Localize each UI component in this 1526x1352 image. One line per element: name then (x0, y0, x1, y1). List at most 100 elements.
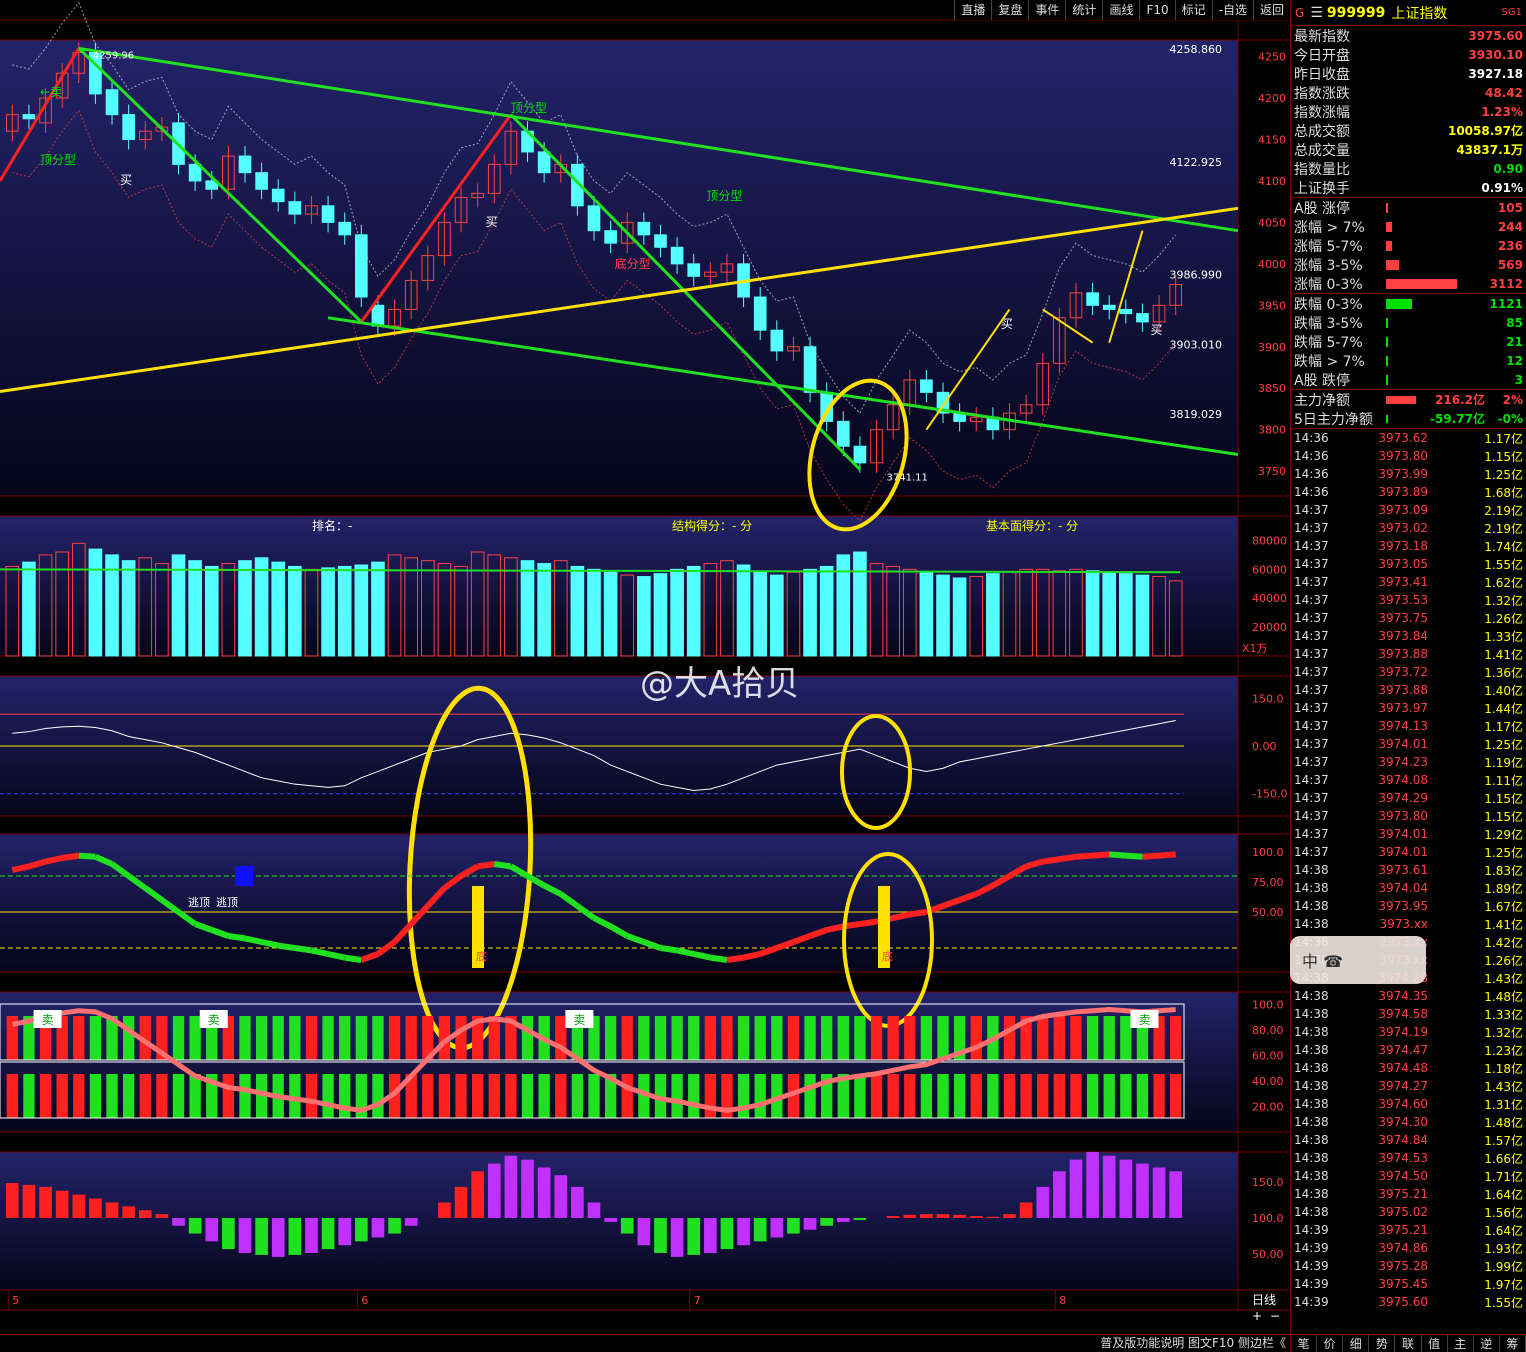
macd-bar (936, 1214, 950, 1218)
tick-amount: 1.89亿 (1484, 881, 1523, 896)
floating-badge[interactable]: 中 ☎ (1290, 936, 1426, 984)
quote-row: 指数涨跌 48.42 (1291, 83, 1526, 102)
status-bar: 普及版功能说明 图文F10 侧边栏《 (0, 1334, 1290, 1352)
bottom-tab[interactable]: 筹 (1500, 1335, 1526, 1352)
tick-row: 14:38 3973.61 1.83亿 (1291, 861, 1526, 879)
bottom-tab[interactable]: 价 (1317, 1335, 1344, 1352)
trend-bar-lower (305, 1074, 318, 1118)
trend-bar-upper (272, 1016, 284, 1060)
breadth-value: 105 (1497, 200, 1523, 215)
tick-row: 14:38 3975.02 1.56亿 (1291, 1203, 1526, 1221)
tick-amount: 1.93亿 (1484, 1241, 1523, 1256)
macd-tick-label: 50.00 (1252, 1248, 1284, 1261)
tick-time: 14:37 (1294, 701, 1329, 715)
quote-row: 昨日收盘 3927.18 (1291, 64, 1526, 83)
menu-icon[interactable]: ☰ (1310, 5, 1323, 21)
tick-time: 14:39 (1294, 1241, 1329, 1255)
trend-bar-lower (854, 1074, 866, 1118)
toolbar-btn-8[interactable]: 返回 (1252, 0, 1290, 20)
trend-bar-lower (455, 1074, 467, 1118)
bottom-tabs[interactable]: 笔价细势联值主逆筹 (1291, 1334, 1526, 1352)
bottom-tab[interactable]: 笔 (1291, 1335, 1318, 1352)
tick-price: 3974.60 (1378, 1097, 1428, 1111)
trend-bar-upper (604, 1016, 617, 1060)
kdj-segment (44, 855, 63, 865)
stock-g: G (1295, 5, 1305, 20)
toolbar-btn-2[interactable]: 事件 (1028, 0, 1065, 20)
volume-bar (853, 551, 867, 657)
tick-row: 14:37 3973.84 1.33亿 (1291, 627, 1526, 645)
bottom-tab[interactable]: 主 (1448, 1335, 1474, 1352)
bottom-tab[interactable]: 逆 (1474, 1335, 1500, 1352)
macd-bar (122, 1206, 135, 1218)
breadth-bar-track (1386, 240, 1467, 251)
volume-bar (1085, 570, 1100, 657)
macd-bar (55, 1190, 69, 1218)
bottom-tab[interactable]: 势 (1369, 1335, 1396, 1352)
quote-label: 上证换手 (1294, 180, 1350, 197)
macd-bar (1169, 1171, 1183, 1218)
candle (371, 304, 385, 327)
trend-bar-lower (521, 1074, 534, 1118)
zoom-out-icon: − (1270, 1309, 1280, 1323)
bottom-tab[interactable]: 细 (1343, 1335, 1370, 1352)
candle (288, 201, 302, 215)
volume-bar (188, 560, 202, 657)
candle (238, 155, 252, 174)
tick-time: 14:37 (1294, 755, 1329, 769)
macd-bar (371, 1218, 385, 1238)
volume-bar (1102, 571, 1117, 657)
trend-bar-upper (1086, 1016, 1099, 1060)
price-tick-label: 4050 (1258, 216, 1286, 229)
wr-tick-label: 0.00 (1252, 740, 1277, 753)
x-tick-label: 5 (12, 1294, 19, 1307)
tick-price: 3975.60 (1378, 1295, 1428, 1309)
tick-row: 14:37 3973.02 2.19亿 (1291, 519, 1526, 537)
breadth-bar-track (1386, 221, 1467, 232)
tick-row: 14:38 3973.xx 1.41亿 (1291, 915, 1526, 933)
toolbar-btn-1[interactable]: 复盘 (991, 0, 1028, 20)
tick-row: 14:36 3973.99 1.25亿 (1291, 465, 1526, 483)
breadth-label: A股 涨停 (1294, 200, 1351, 217)
breadth-label: 涨幅 0-3% (1294, 276, 1363, 293)
tick-time: 14:37 (1294, 503, 1329, 517)
kdj-segment (726, 954, 745, 963)
trend-bar-lower (737, 1074, 750, 1118)
trend-bar-lower (588, 1074, 600, 1118)
bottom-pattern-label: 底分型 (615, 256, 651, 271)
price-tick-label: 4250 (1258, 51, 1286, 64)
toolbar-btn-4[interactable]: 画线 (1102, 0, 1139, 20)
macd-bar (604, 1218, 617, 1222)
macd-bar (89, 1198, 102, 1218)
trend-bar-lower (322, 1074, 334, 1118)
kdj-segment (1042, 856, 1060, 865)
toolbar-btn-5[interactable]: F10 (1139, 0, 1174, 20)
candle (587, 205, 601, 232)
volume-tick-label: 20000 (1252, 621, 1287, 634)
breadth-bar-track (1386, 374, 1467, 385)
volume-bar (520, 560, 535, 657)
tick-amount: 1.97亿 (1484, 1277, 1523, 1292)
tick-price: 3973.xx (1379, 917, 1428, 931)
toolbar-btn-3[interactable]: 统计 (1065, 0, 1102, 20)
tick-list[interactable]: 14:36 3973.62 1.17亿 14:36 3973.80 1.15亿 14:36 3… (1291, 428, 1526, 1311)
tick-price: 3973.75 (1378, 611, 1428, 625)
toolbar-btn-6[interactable]: 标记 (1174, 0, 1212, 20)
candle (604, 230, 617, 244)
trend-bar-lower (1136, 1074, 1149, 1118)
bottom-tab[interactable]: 联 (1395, 1335, 1422, 1352)
quote-value: 43837.1万 (1456, 143, 1523, 157)
tick-row: 14:38 3974.84 1.57亿 (1291, 1131, 1526, 1149)
bottom-tab[interactable]: 值 (1422, 1335, 1448, 1352)
status-links[interactable]: 普及版功能说明 图文F10 侧边栏《 (1100, 1335, 1286, 1352)
tick-row: 14:39 3974.86 1.93亿 (1291, 1239, 1526, 1257)
toolbar-btn-7[interactable]: -自选 (1211, 0, 1253, 20)
macd-bar (654, 1218, 667, 1253)
macd-bar (986, 1216, 1000, 1218)
breadth-value: 12 (1506, 353, 1523, 368)
toolbar-btn-0[interactable]: 直播 (954, 0, 991, 20)
tick-price: 3974.19 (1378, 1025, 1428, 1039)
breadth-bar-track (1386, 317, 1467, 328)
macd-bar (521, 1159, 534, 1218)
breadth-bar (1386, 221, 1392, 232)
